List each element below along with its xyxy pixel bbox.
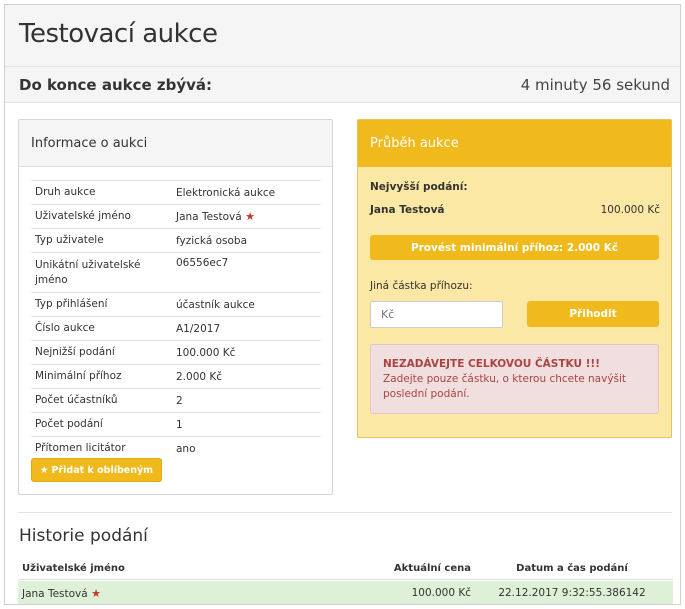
place-bid-button[interactable]: Přihodit bbox=[527, 301, 659, 327]
add-favorite-label: Přidat k oblíbeným bbox=[51, 464, 154, 476]
info-row-bid-count: Počet podání 1 bbox=[31, 412, 321, 436]
bid-amount-input[interactable] bbox=[370, 301, 503, 328]
countdown-value: 4 minuty 56 sekund bbox=[520, 75, 670, 94]
info-panel-heading: Informace o aukci bbox=[19, 120, 332, 167]
history-table-header: Uživatelské jméno Aktuální cena Datum a … bbox=[18, 558, 673, 580]
auction-info-panel: Informace o aukci Druh aukce Elektronick… bbox=[18, 119, 333, 495]
section-divider bbox=[18, 512, 672, 513]
progress-panel-heading: Průběh aukce bbox=[358, 120, 671, 167]
info-row-min-increment: Minimální příhoz 2.000 Kč bbox=[31, 364, 321, 388]
highest-bid-amount: 100.000 Kč bbox=[600, 204, 660, 216]
info-row-type: Druh aukce Elektronická aukce bbox=[31, 180, 321, 204]
page-frame: Testovací aukce Do konce aukce zbývá: 4 … bbox=[4, 4, 681, 605]
page-title: Testovací aukce bbox=[19, 19, 218, 49]
info-row-username: Uživatelské jméno Jana Testová ★ bbox=[31, 204, 321, 228]
warning-alert: NEZADÁVEJTE CELKOVOU ČÁSTKU !!! Zadejte … bbox=[370, 344, 659, 414]
countdown-label: Do konce aukce zbývá: bbox=[19, 75, 213, 94]
star-icon: ★ bbox=[245, 210, 255, 223]
info-row-user-type: Typ uživatele fyzická osoba bbox=[31, 228, 321, 252]
history-datetime: 22.12.2017 9:32:55.386142 bbox=[498, 587, 646, 599]
title-bar: Testovací aukce bbox=[5, 5, 680, 67]
alert-text: Zadejte pouze částku, o kterou chcete na… bbox=[383, 373, 627, 400]
alert-title: NEZADÁVEJTE CELKOVOU ČÁSTKU !!! bbox=[383, 358, 601, 370]
custom-bid-label: Jiná částka příhozu: bbox=[370, 280, 473, 292]
info-row-auctioneer: Přítomen licitátor ano bbox=[31, 436, 321, 460]
username-value: Jana Testová bbox=[176, 211, 242, 223]
table-row: Jana Testová ★ 100.000 Kč 22.12.2017 9:3… bbox=[18, 581, 673, 604]
col-price: Aktuální cena bbox=[393, 563, 471, 574]
countdown-bar: Do konce aukce zbývá: 4 minuty 56 sekund bbox=[5, 67, 680, 103]
info-row-auction-number: Číslo aukce A1/2017 bbox=[31, 316, 321, 340]
info-row-login-type: Typ přihlášení účastník aukce bbox=[31, 292, 321, 316]
info-table: Druh aukce Elektronická aukce Uživatelsk… bbox=[31, 180, 321, 460]
info-row-lowest-bid: Nejnižší podání 100.000 Kč bbox=[31, 340, 321, 364]
history-title: Historie podání bbox=[19, 526, 148, 546]
min-bid-button[interactable]: Provést minimální příhoz: 2.000 Kč bbox=[370, 235, 659, 260]
history-price: 100.000 Kč bbox=[411, 587, 471, 599]
star-icon: ★ bbox=[91, 586, 101, 600]
col-username: Uživatelské jméno bbox=[22, 563, 125, 574]
info-row-participants: Počet účastníků 2 bbox=[31, 388, 321, 412]
add-favorite-button[interactable]: ★ Přidat k oblíbeným bbox=[31, 458, 163, 482]
highest-bid-label: Nejvyšší podání: bbox=[370, 181, 468, 193]
info-row-unique-username: Unikátní uživatelské jméno 06556ec7 bbox=[31, 252, 321, 292]
highest-bid-row: Jana Testová 100.000 Kč bbox=[370, 204, 660, 216]
auction-progress-panel: Průběh aukce Nejvyšší podání: Jana Testo… bbox=[357, 119, 672, 438]
star-icon: ★ bbox=[40, 464, 49, 476]
history-user: Jana Testová bbox=[22, 587, 88, 600]
col-datetime: Datum a čas podání bbox=[516, 563, 628, 574]
highest-bidder-name: Jana Testová bbox=[370, 204, 445, 216]
